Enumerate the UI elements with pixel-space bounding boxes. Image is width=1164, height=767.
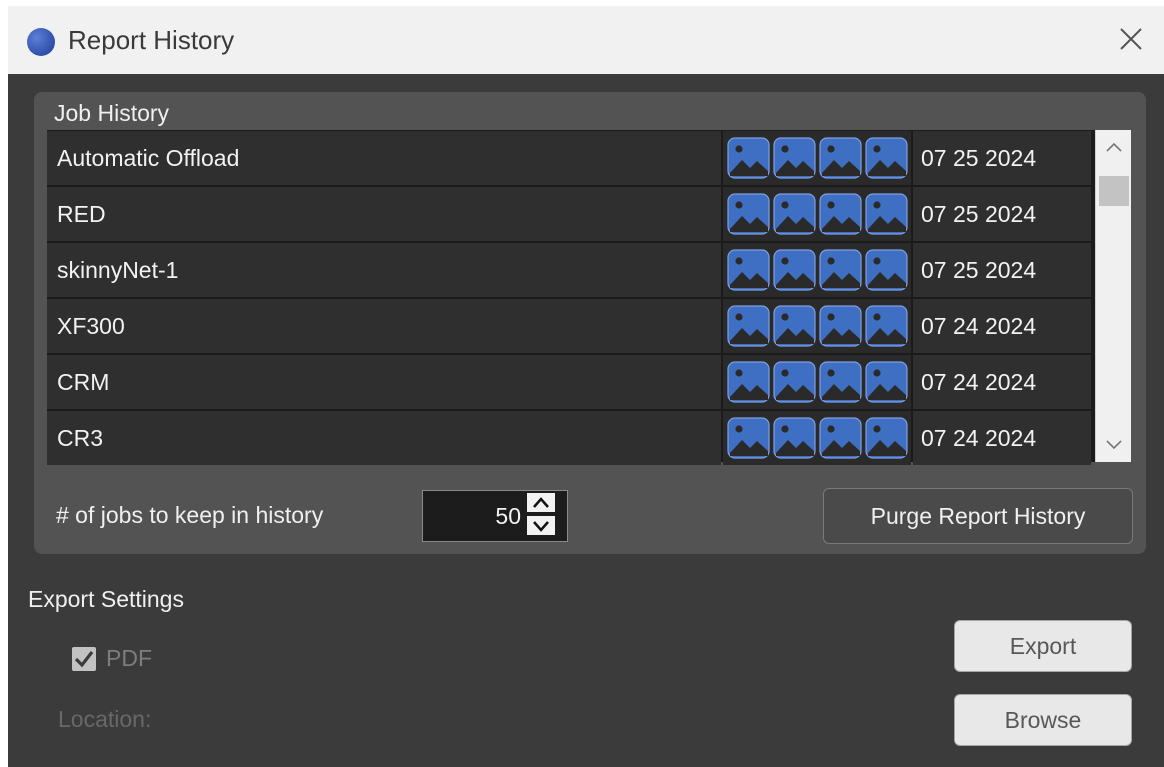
image-icon <box>726 191 771 237</box>
location-label: Location: <box>58 706 152 732</box>
table-row[interactable]: RED 07 25 2024 <box>47 187 1091 241</box>
image-icon <box>818 191 863 237</box>
job-thumbnails <box>723 131 911 185</box>
stepper-decrement-button[interactable] <box>527 516 555 535</box>
job-history-list: Automatic Offload 07 25 2024 RED 07 25 2024… <box>47 130 1131 465</box>
job-date: 07 24 2024 <box>913 411 1091 465</box>
image-icon <box>726 135 771 181</box>
job-name[interactable]: RED <box>47 187 721 241</box>
job-thumbnails <box>723 355 911 409</box>
scroll-up-button[interactable] <box>1096 132 1132 162</box>
image-icon <box>726 247 771 293</box>
pdf-label: PDF <box>106 645 152 671</box>
pdf-checkbox[interactable] <box>72 647 96 671</box>
job-name[interactable]: Automatic Offload <box>47 131 721 185</box>
job-date: 07 25 2024 <box>913 243 1091 297</box>
export-button[interactable]: Export <box>954 620 1132 672</box>
jobs-to-keep-label: # of jobs to keep in history <box>56 502 324 528</box>
table-row[interactable]: Automatic Offload 07 25 2024 <box>47 131 1091 185</box>
job-thumbnails <box>723 299 911 353</box>
window-title: Report History <box>68 25 235 55</box>
scroll-thumb[interactable] <box>1099 176 1129 206</box>
job-thumbnails <box>723 243 911 297</box>
image-icon <box>772 191 817 237</box>
app-logo-icon <box>27 28 55 56</box>
job-history-title: Job History <box>54 100 170 126</box>
job-thumbnails <box>723 187 911 241</box>
purge-report-history-button[interactable]: Purge Report History <box>823 488 1133 544</box>
image-icon <box>772 247 817 293</box>
image-icon <box>772 135 817 181</box>
image-icon <box>818 303 863 349</box>
jobs-to-keep-stepper <box>422 490 568 542</box>
image-icon <box>864 191 909 237</box>
image-icon <box>864 303 909 349</box>
chevron-up-icon <box>1106 142 1122 152</box>
title-bar: Report History <box>8 6 1164 74</box>
chevron-down-icon <box>1106 440 1122 450</box>
jobs-to-keep-input[interactable] <box>431 503 521 530</box>
image-icon <box>818 415 863 461</box>
export-settings-title: Export Settings <box>28 586 184 612</box>
table-row[interactable]: XF300 07 24 2024 <box>47 299 1091 353</box>
job-name[interactable]: XF300 <box>47 299 721 353</box>
image-icon <box>772 415 817 461</box>
table-row[interactable]: CR3 07 24 2024 <box>47 411 1091 465</box>
triangle-down-icon <box>533 520 549 532</box>
job-name[interactable]: CRM <box>47 355 721 409</box>
image-icon <box>772 359 817 405</box>
job-date: 07 24 2024 <box>913 355 1091 409</box>
image-icon <box>864 359 909 405</box>
job-name[interactable]: skinnyNet-1 <box>47 243 721 297</box>
checkmark-icon <box>74 651 94 668</box>
image-icon <box>726 415 771 461</box>
table-row[interactable]: skinnyNet-1 07 25 2024 <box>47 243 1091 297</box>
job-date: 07 25 2024 <box>913 187 1091 241</box>
image-icon <box>726 303 771 349</box>
browse-button[interactable]: Browse <box>954 694 1132 746</box>
report-history-window: Report History Job History Automatic Off… <box>8 6 1164 767</box>
table-row[interactable]: CRM 07 24 2024 <box>47 355 1091 409</box>
job-history-panel: Job History Automatic Offload 07 25 2024 R… <box>34 92 1146 554</box>
job-thumbnails <box>723 411 911 465</box>
close-icon <box>1120 28 1142 50</box>
image-icon <box>864 135 909 181</box>
image-icon <box>772 303 817 349</box>
triangle-up-icon <box>533 496 549 508</box>
image-icon <box>726 359 771 405</box>
stepper-increment-button[interactable] <box>527 493 555 512</box>
image-icon <box>818 247 863 293</box>
image-icon <box>818 135 863 181</box>
vertical-scrollbar[interactable] <box>1095 130 1131 462</box>
job-date: 07 25 2024 <box>913 131 1091 185</box>
image-icon <box>818 359 863 405</box>
image-icon <box>864 247 909 293</box>
image-icon <box>864 415 909 461</box>
scroll-down-button[interactable] <box>1096 430 1132 460</box>
close-button[interactable] <box>1114 22 1148 56</box>
job-date: 07 24 2024 <box>913 299 1091 353</box>
job-name[interactable]: CR3 <box>47 411 721 465</box>
